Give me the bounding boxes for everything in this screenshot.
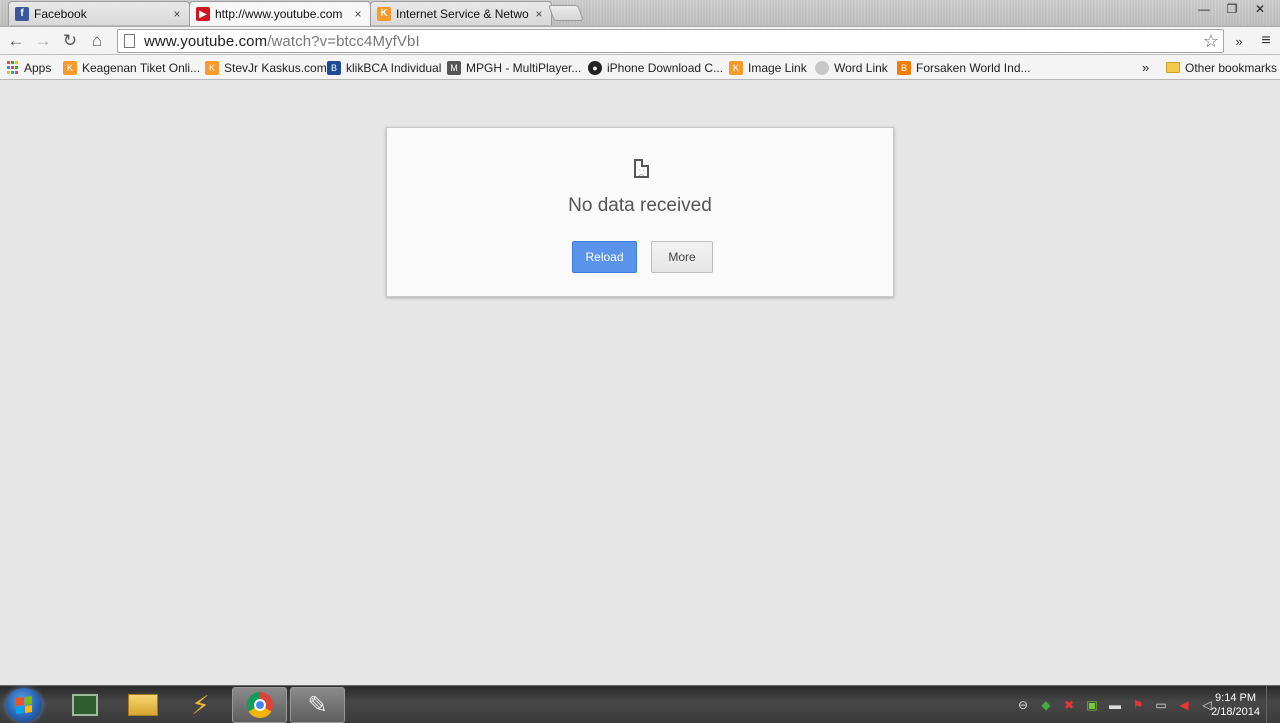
kaskus-icon: K (63, 60, 77, 75)
tab-close-icon[interactable]: × (352, 7, 364, 21)
tab-strip: f Facebook × ▶ http://www.youtube.com × … (0, 0, 1280, 26)
facebook-icon: f (15, 6, 29, 21)
tray-action-center-icon[interactable]: ⚑ (1129, 696, 1147, 714)
bookmark-mpgh[interactable]: M MPGH - MultiPlayer... (447, 58, 581, 77)
minimize-icon[interactable]: — (1190, 0, 1218, 18)
blogger-icon: B (897, 60, 911, 75)
tray-network-icon[interactable]: ▭ (1152, 696, 1170, 714)
more-button[interactable]: More (651, 241, 713, 273)
bookmark-iphone-download[interactable]: ● iPhone Download C... (588, 58, 723, 77)
mpgh-icon: M (447, 60, 461, 75)
winamp-icon: ⚡ (191, 689, 210, 720)
tab-close-icon[interactable]: × (533, 7, 545, 21)
bookmark-keagenan[interactable]: K Keagenan Tiket Onli... (63, 58, 200, 77)
forward-arrow-icon[interactable]: → (32, 30, 54, 52)
tab-title: http://www.youtube.com (215, 7, 343, 21)
clock-time: 9:14 PM (1215, 692, 1257, 704)
taskbar-winamp[interactable]: ⚡ (173, 687, 228, 723)
folder-icon (1166, 62, 1180, 73)
tray-app-icon[interactable]: ◆ (1037, 696, 1055, 714)
back-arrow-icon[interactable]: ← (5, 30, 27, 52)
task-manager-icon (71, 694, 98, 716)
bookmarks-overflow-icon[interactable]: » (1142, 58, 1149, 77)
bookmark-label: Apps (24, 60, 52, 75)
bca-icon: B (327, 60, 341, 75)
page-icon (124, 34, 135, 48)
toolbar: ← → ↻ ⌂ www.youtube.com/watch?v=btcc4Myf… (0, 26, 1280, 54)
kaskus-icon: K (377, 6, 391, 21)
url-host: www.youtube.com (144, 32, 268, 50)
restore-icon[interactable]: ❐ (1218, 0, 1246, 18)
error-title: No data received (568, 195, 712, 216)
reload-button[interactable]: Reload (572, 241, 637, 273)
sad-page-icon: · · ◠ (634, 159, 649, 181)
taskbar-clock[interactable]: 9:14 PM 2/18/2014 (1211, 691, 1260, 719)
url-text: www.youtube.com/watch?v=btcc4MyfVbI (144, 33, 420, 50)
chrome-icon (246, 692, 273, 718)
bookmark-word-link[interactable]: Word Link (815, 58, 888, 77)
error-card: · · ◠ No data received Reload More (386, 127, 894, 297)
extensions-overflow-icon[interactable]: » (1230, 31, 1248, 51)
youtube-icon: ▶ (196, 7, 210, 21)
tray-security-icon[interactable]: ✖ (1060, 696, 1078, 714)
url-path: /watch?v=btcc4MyfVbI (267, 32, 420, 50)
bookmarks-bar: Apps K Keagenan Tiket Onli... K StevJr K… (0, 55, 1280, 80)
other-bookmarks-folder[interactable]: Other bookmarks (1166, 58, 1277, 77)
taskbar-task-manager[interactable] (57, 687, 112, 723)
cloud-icon (815, 60, 829, 75)
new-tab-button[interactable] (548, 5, 584, 21)
bookmark-stevjr[interactable]: K StevJr Kaskus.com (205, 58, 327, 77)
apps-grid-icon (6, 61, 19, 75)
tray-nvidia-icon[interactable]: ▣ (1083, 696, 1101, 714)
taskbar-chrome[interactable] (232, 687, 287, 723)
tray-minus-icon[interactable]: ⊖ (1014, 696, 1032, 714)
file-explorer-icon (127, 694, 158, 716)
bookmark-label: Forsaken World Ind... (916, 60, 1031, 75)
bookmark-apps[interactable]: Apps (6, 58, 51, 77)
system-tray: ⊖ ◆ ✖ ▣ ▬ ⚑ ▭ ◀ ◁ (1014, 696, 1216, 714)
show-desktop-button[interactable] (1266, 686, 1280, 723)
other-bookmarks-label: Other bookmarks (1185, 60, 1278, 75)
window-controls: — ❐ ✕ (1190, 0, 1274, 18)
tab-title: Facebook (34, 6, 87, 21)
bookmark-label: StevJr Kaskus.com (224, 60, 327, 75)
start-button[interactable] (6, 688, 42, 722)
bookmark-label: MPGH - MultiPlayer... (466, 60, 582, 75)
paint-icon: ✎ (307, 691, 328, 719)
taskbar-paint[interactable]: ✎ (290, 687, 345, 723)
windows-taskbar: ⚡ ✎ ⊖ ◆ ✖ ▣ ▬ ⚑ ▭ ◀ ◁ 9:14 PM 2/18/2014 (0, 685, 1280, 723)
address-bar[interactable]: www.youtube.com/watch?v=btcc4MyfVbI ☆ (117, 29, 1224, 53)
bookmark-label: Keagenan Tiket Onli... (82, 60, 201, 75)
chrome-menu-icon[interactable]: ≡ (1257, 31, 1275, 51)
bookmark-klikbca[interactable]: B klikBCA Individual (327, 58, 441, 77)
tab-youtube[interactable]: ▶ http://www.youtube.com × (189, 1, 371, 26)
tab-internet-service[interactable]: K Internet Service & Networ × (370, 1, 552, 25)
kaskus-icon: K (729, 60, 743, 75)
bookmark-label: iPhone Download C... (607, 60, 724, 75)
windows-logo-icon (16, 696, 32, 714)
tab-close-icon[interactable]: × (171, 7, 183, 21)
home-icon[interactable]: ⌂ (86, 30, 108, 52)
bookmark-label: Image Link (748, 60, 807, 75)
bookmark-label: Word Link (834, 60, 888, 75)
close-window-icon[interactable]: ✕ (1246, 0, 1274, 18)
browser-frame: f Facebook × ▶ http://www.youtube.com × … (0, 0, 1280, 80)
taskbar-file-explorer[interactable] (115, 687, 170, 723)
bookmark-image-link[interactable]: K Image Link (729, 58, 807, 77)
bookmark-label: klikBCA Individual (346, 60, 442, 75)
reload-icon[interactable]: ↻ (59, 30, 81, 52)
tab-facebook[interactable]: f Facebook × (8, 1, 190, 25)
clock-date: 2/18/2014 (1211, 706, 1260, 718)
tab-title: Internet Service & Networ (396, 6, 529, 21)
panda-icon: ● (588, 60, 602, 75)
bookmark-forsaken-world[interactable]: B Forsaken World Ind... (897, 58, 1031, 77)
page-content: · · ◠ No data received Reload More (0, 80, 1280, 685)
tray-flag-icon[interactable]: ▬ (1106, 696, 1124, 714)
kaskus-icon: K (205, 60, 219, 75)
bookmark-star-icon[interactable]: ☆ (1203, 31, 1219, 52)
tray-muted-speaker-icon[interactable]: ◀ (1175, 696, 1193, 714)
